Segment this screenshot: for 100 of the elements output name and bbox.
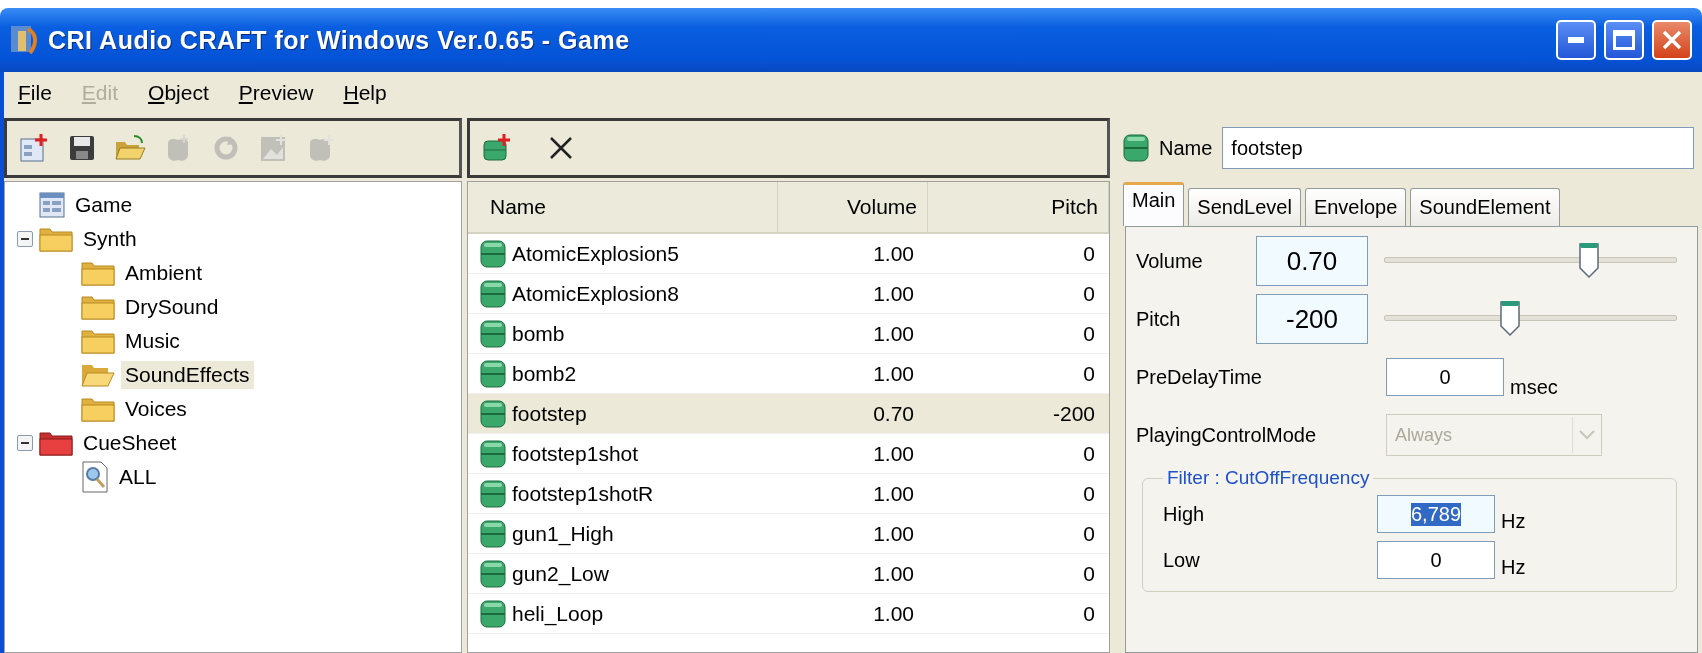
menu-item[interactable]: File [18, 81, 52, 105]
table-cell: gun2_Low [512, 561, 609, 586]
slider-thumb[interactable] [1499, 299, 1521, 337]
minimize-button[interactable] [1556, 20, 1596, 60]
menu-item[interactable]: Object [148, 81, 209, 105]
menu-item[interactable]: Preview [238, 81, 314, 105]
tree-item[interactable]: Game [71, 191, 137, 219]
folder-icon [81, 294, 115, 320]
open-folder-icon [114, 134, 146, 162]
minus-icon [21, 238, 29, 240]
cylinder-icon [480, 399, 506, 428]
table-cell-text: 0 [1082, 240, 1096, 267]
table-cell-text: 1.00 [872, 320, 915, 347]
app-icon [10, 25, 40, 55]
table-cell-text: -200 [1051, 400, 1096, 427]
table-cell-text: 1.00 [872, 280, 915, 307]
tree-item[interactable]: SoundEffects [121, 361, 254, 389]
field-label: Low [1163, 548, 1201, 572]
field-label: Volume [1136, 249, 1204, 273]
apple-plus-icon [307, 133, 337, 163]
folder-icon [39, 226, 73, 252]
cylinder-icon [480, 479, 506, 508]
value-field[interactable]: 0 [1377, 541, 1495, 579]
value-field[interactable]: 0.70 [1256, 236, 1368, 286]
value-field[interactable]: -200 [1256, 294, 1368, 344]
value-field[interactable]: 0 [1386, 358, 1504, 396]
folder-icon [81, 396, 115, 422]
tree-item[interactable]: Ambient [121, 259, 207, 287]
cylinder-icon [480, 519, 506, 548]
table-cell-text: 0 [1082, 520, 1096, 547]
table-cell-text: 1.00 [872, 360, 915, 387]
tab[interactable]: Main [1123, 182, 1185, 226]
table-cell-text: 0 [1082, 560, 1096, 587]
cylinder-icon [480, 239, 506, 268]
close-button[interactable] [1652, 20, 1692, 60]
refresh-icon [212, 134, 240, 162]
tree-item[interactable]: DrySound [121, 293, 223, 321]
save-icon [68, 134, 96, 162]
folder-icon [81, 260, 115, 286]
table-cell: AtomicExplosion8 [512, 281, 679, 306]
table-cell: footstep1shotR [512, 481, 654, 506]
menu-item[interactable]: Help [343, 81, 387, 105]
cylinder-icon [480, 359, 506, 388]
table-cell-text: 0 [1082, 480, 1096, 507]
close-icon [1661, 29, 1683, 51]
column-header[interactable]: Name [468, 182, 778, 232]
table-cell-text: 1.00 [872, 440, 915, 467]
value-field[interactable]: 6,789 [1377, 495, 1495, 533]
table-cell: footstep1shot [512, 441, 639, 466]
maximize-icon [1613, 30, 1635, 50]
table-cell-text: 1.00 [872, 240, 915, 267]
field-label: PlayingControlMode [1136, 423, 1318, 447]
folder-icon [39, 430, 73, 456]
table-cell-text: 0 [1082, 600, 1096, 627]
column-header[interactable]: Volume [778, 182, 928, 232]
tab[interactable]: SendLevel [1188, 188, 1301, 226]
tree-item[interactable]: Music [121, 327, 184, 355]
name-field[interactable]: footstep [1222, 127, 1694, 169]
tree-item[interactable]: ALL [115, 463, 161, 491]
tab[interactable]: SoundElement [1410, 188, 1560, 226]
cylinder-icon [480, 599, 506, 628]
cylinder-icon [480, 319, 506, 348]
group-title: Filter : CutOffFrequency [1166, 467, 1371, 489]
table-cell-text: 1.00 [872, 520, 915, 547]
table-cell: gun1_High [512, 521, 614, 546]
folder-icon [81, 328, 115, 354]
cylinder-icon [480, 439, 506, 468]
cylinder-icon [480, 279, 506, 308]
table-cell-text: 0 [1082, 320, 1096, 347]
tree-item[interactable]: Synth [79, 225, 141, 253]
new-sound-icon [482, 133, 512, 163]
window-title: CRI Audio CRAFT for Windows Ver.0.65 - Game [48, 25, 631, 55]
table-cell: footstep [512, 401, 587, 426]
slider-thumb[interactable] [1578, 241, 1601, 279]
slider[interactable] [1384, 299, 1677, 339]
slider[interactable] [1384, 241, 1677, 281]
new-document-icon [19, 133, 49, 163]
add-picture-icon [259, 133, 289, 163]
list-row[interactable]: footstep 0.70 -200 [468, 394, 1109, 434]
field-label: Pitch [1136, 307, 1182, 331]
column-header[interactable]: Pitch [928, 182, 1109, 232]
table-cell-text: 1.00 [872, 560, 915, 587]
table-cell: heli_Loop [512, 601, 604, 626]
cylinder-icon [480, 559, 506, 588]
field-label: High [1163, 502, 1206, 526]
chevron-down-icon [1579, 430, 1595, 440]
delete-icon [548, 135, 574, 161]
minimize-icon [1568, 37, 1584, 43]
search-document-icon [81, 461, 109, 493]
table-cell-text: 1.00 [872, 600, 915, 627]
tree-item[interactable]: CueSheet [79, 429, 181, 457]
maximize-button[interactable] [1604, 20, 1644, 60]
tree-item[interactable]: Voices [121, 395, 191, 423]
table-cell-text: 1.00 [872, 480, 915, 507]
tab[interactable]: Envelope [1304, 188, 1407, 226]
unit-label: Hz [1501, 510, 1526, 534]
table-cell: bomb [512, 321, 565, 346]
collapse-toggle[interactable] [17, 231, 33, 247]
collapse-toggle[interactable] [17, 435, 33, 451]
open-folder-icon [81, 362, 115, 388]
